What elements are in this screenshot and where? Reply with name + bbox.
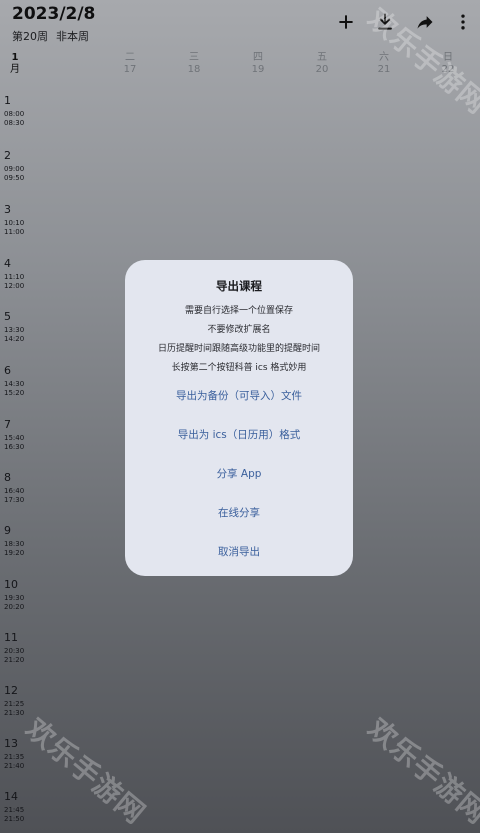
slot-end: 19:20 bbox=[4, 549, 25, 557]
time-slot: 10 19:30 20:20 bbox=[4, 578, 32, 612]
day-weekday: 二 bbox=[125, 52, 135, 63]
time-slot: 11 20:30 21:20 bbox=[4, 631, 32, 665]
slot-start: 19:30 bbox=[4, 594, 25, 602]
slot-start: 10:10 bbox=[4, 219, 25, 227]
slot-number: 8 bbox=[4, 471, 11, 484]
day-date: 18 bbox=[187, 64, 201, 75]
slot-number: 1 bbox=[4, 94, 11, 107]
slot-start: 09:00 bbox=[4, 165, 25, 173]
slot-end: 21:30 bbox=[4, 709, 25, 717]
month-unit: 月 bbox=[10, 64, 20, 75]
day-header: 四 19 bbox=[226, 52, 290, 78]
online-share-button[interactable]: 在线分享 bbox=[125, 505, 353, 520]
export-backup-button[interactable]: 导出为备份（可导入）文件 bbox=[125, 388, 353, 403]
slot-start: 20:30 bbox=[4, 647, 25, 655]
slot-end: 21:50 bbox=[4, 815, 25, 823]
slot-end: 08:30 bbox=[4, 119, 25, 127]
day-header: 二 17 bbox=[98, 52, 162, 78]
time-slot: 12 21:25 21:30 bbox=[4, 684, 32, 718]
slot-end: 20:20 bbox=[4, 603, 25, 611]
time-slot: 4 11:10 12:00 bbox=[4, 257, 32, 291]
slot-start: 11:10 bbox=[4, 273, 25, 281]
dialog-title: 导出课程 bbox=[216, 279, 262, 293]
time-slot: 5 13:30 14:20 bbox=[4, 310, 32, 344]
slot-end: 09:50 bbox=[4, 174, 25, 182]
add-button[interactable] bbox=[334, 10, 358, 34]
slot-number: 2 bbox=[4, 149, 11, 162]
slot-start: 21:35 bbox=[4, 753, 25, 761]
dialog-message: 长按第二个按钮科普 ics 格式妙用 bbox=[171, 363, 307, 373]
dialog-message: 需要自行选择一个位置保存 bbox=[184, 306, 293, 316]
slot-end: 21:40 bbox=[4, 762, 25, 770]
slot-number: 4 bbox=[4, 257, 11, 270]
slot-end: 16:30 bbox=[4, 443, 25, 451]
current-date: 2023/2/8 bbox=[12, 4, 96, 24]
week-number: 第20周 bbox=[12, 30, 48, 43]
month-number: 1 bbox=[11, 52, 19, 63]
slot-end: 15:20 bbox=[4, 389, 25, 397]
day-date: 20 bbox=[315, 64, 329, 75]
time-slot: 14 21:45 21:50 bbox=[4, 790, 32, 824]
time-slot: 3 10:10 11:00 bbox=[4, 203, 32, 237]
slot-end: 14:20 bbox=[4, 335, 25, 343]
slot-end: 21:20 bbox=[4, 656, 25, 664]
month-header: 1 月 bbox=[4, 52, 26, 76]
slot-number: 14 bbox=[4, 790, 18, 803]
share-app-button[interactable]: 分享 App bbox=[125, 466, 353, 481]
slot-number: 6 bbox=[4, 364, 11, 377]
time-slot: 1 08:00 08:30 bbox=[4, 94, 32, 128]
slot-start: 21:45 bbox=[4, 806, 25, 814]
slot-number: 9 bbox=[4, 524, 11, 537]
more-vertical-icon bbox=[461, 14, 465, 30]
slot-number: 12 bbox=[4, 684, 18, 697]
more-button[interactable] bbox=[451, 10, 475, 34]
day-date: 19 bbox=[251, 64, 265, 75]
plus-icon bbox=[339, 15, 353, 29]
watermark: 欢乐手游网 bbox=[19, 711, 152, 831]
slot-start: 16:40 bbox=[4, 487, 25, 495]
slot-start: 08:00 bbox=[4, 110, 25, 118]
day-weekday: 四 bbox=[253, 52, 263, 63]
slot-start: 21:25 bbox=[4, 700, 25, 708]
day-weekday: 三 bbox=[189, 52, 199, 63]
dialog-message: 不要修改扩展名 bbox=[207, 325, 271, 335]
watermark: 欢乐手游网 bbox=[361, 711, 480, 831]
slot-number: 11 bbox=[4, 631, 18, 644]
time-slot: 7 15:40 16:30 bbox=[4, 418, 32, 452]
slot-start: 18:30 bbox=[4, 540, 25, 548]
day-date: 17 bbox=[123, 64, 137, 75]
day-header: 三 18 bbox=[162, 52, 226, 78]
week-info: 第20周 非本周 bbox=[12, 28, 97, 44]
slot-start: 15:40 bbox=[4, 434, 25, 442]
time-slot: 9 18:30 19:20 bbox=[4, 524, 32, 558]
time-slot: 6 14:30 15:20 bbox=[4, 364, 32, 398]
slot-number: 5 bbox=[4, 310, 11, 323]
slot-start: 13:30 bbox=[4, 326, 25, 334]
slot-end: 11:00 bbox=[4, 228, 25, 236]
slot-end: 12:00 bbox=[4, 282, 25, 290]
export-dialog: 导出课程 需要自行选择一个位置保存 不要修改扩展名 日历提醒时间跟随高级功能里的… bbox=[125, 260, 353, 576]
slot-start: 14:30 bbox=[4, 380, 25, 388]
cancel-export-button[interactable]: 取消导出 bbox=[125, 544, 353, 559]
day-header: 五 20 bbox=[290, 52, 354, 78]
day-weekday: 五 bbox=[317, 52, 327, 63]
week-status: 非本周 bbox=[56, 30, 89, 43]
slot-number: 7 bbox=[4, 418, 11, 431]
slot-number: 3 bbox=[4, 203, 11, 216]
time-slot: 2 09:00 09:50 bbox=[4, 149, 32, 183]
dialog-message: 日历提醒时间跟随高级功能里的提醒时间 bbox=[157, 344, 320, 354]
slot-number: 10 bbox=[4, 578, 18, 591]
export-ics-button[interactable]: 导出为 ics（日历用）格式 bbox=[125, 427, 353, 442]
slot-end: 17:30 bbox=[4, 496, 25, 504]
time-slot: 8 16:40 17:30 bbox=[4, 471, 32, 505]
